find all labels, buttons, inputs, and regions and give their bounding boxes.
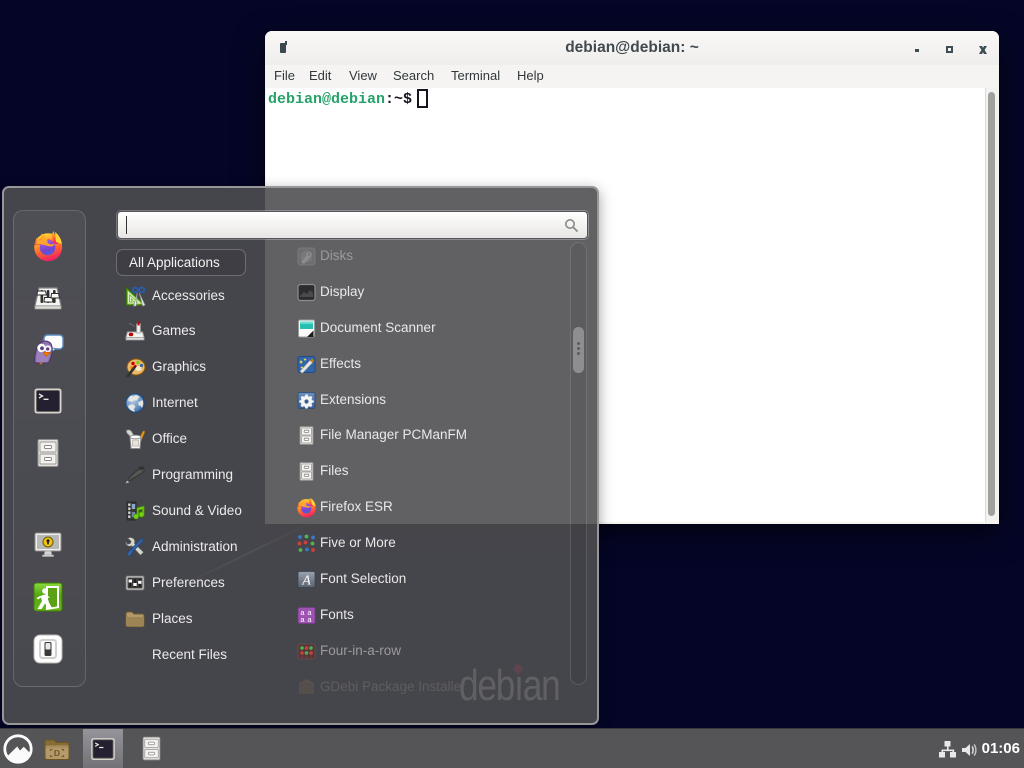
- svg-text:D: D: [54, 748, 60, 758]
- svg-text:A: A: [301, 574, 311, 589]
